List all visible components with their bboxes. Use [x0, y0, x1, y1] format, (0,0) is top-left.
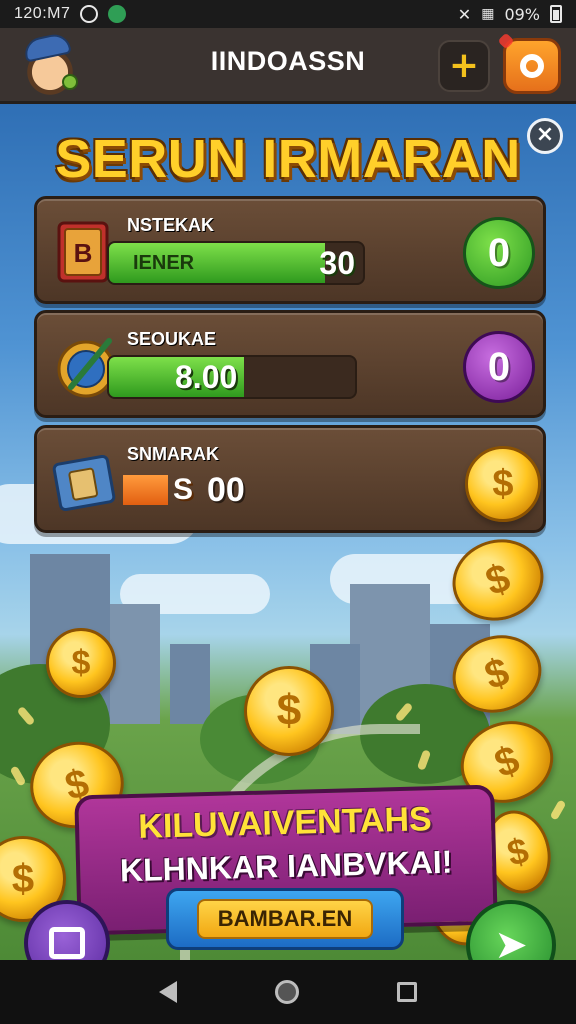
card-icon	[51, 446, 121, 516]
banner-subheading: KLHNKAR IANBVKAI!	[119, 843, 453, 889]
building	[110, 604, 160, 724]
task-value-2: 8.00	[175, 358, 238, 395]
avatar-hat	[22, 31, 72, 63]
add-currency-button[interactable]: +	[438, 40, 490, 92]
close-button[interactable]: ×	[527, 118, 563, 154]
notification-dot-icon	[497, 32, 515, 50]
task-value-3: 00	[207, 470, 245, 509]
svg-text:B: B	[74, 238, 93, 268]
coin-icon[interactable]: $	[465, 446, 541, 522]
building	[170, 644, 210, 724]
task-label-3: SNMARAK	[127, 444, 219, 464]
claim-round-button-2[interactable]: 0	[463, 331, 535, 403]
coin-icon: $	[244, 666, 334, 756]
currency-symbol-3: S	[173, 473, 194, 506]
task-value-1: 30	[319, 244, 355, 281]
task-panel-2: SEOUKAE 8.00 0	[34, 310, 546, 418]
banner-heading: KILUVAIVENTAHS	[137, 800, 433, 846]
task-panel-3: SNMARAK S 00 $	[34, 425, 546, 533]
signal-icon: ▦	[481, 6, 495, 22]
sync-icon	[80, 5, 99, 23]
status-bar: 120:M7 ✕ ▦ 09%	[0, 0, 576, 28]
battery-percent: 09%	[504, 4, 540, 24]
recent-apps-icon[interactable]	[397, 982, 417, 1002]
bag-icon	[49, 927, 85, 959]
claim-button[interactable]: BAMBAR.EN	[166, 888, 404, 950]
progress-bar-2: 8.00	[107, 355, 357, 399]
top-header: IINDOASSN +	[0, 28, 576, 104]
avatar-badge-icon	[62, 74, 78, 90]
task-label-1: NSTEKAK	[127, 215, 215, 235]
settings-button[interactable]	[497, 32, 561, 94]
task-label-2: SEOUKAE	[127, 329, 217, 349]
system-navigation-bar	[0, 960, 576, 1024]
bar-caption-1: IENER	[133, 251, 195, 274]
claim-button-label: BAMBAR.EN	[197, 899, 373, 939]
progress-bar-1: IENER 30	[107, 241, 365, 285]
status-time: 120:M7	[14, 5, 71, 22]
app-notification-icon	[108, 5, 127, 23]
task-panel-1: B NSTEKAK IENER 30 0	[34, 196, 546, 304]
progress-bar-3: S 00	[123, 468, 273, 512]
claim-round-button-1[interactable]: 0	[463, 217, 535, 289]
home-icon[interactable]	[275, 980, 299, 1004]
mute-icon: ✕	[457, 4, 472, 24]
back-icon[interactable]	[159, 981, 177, 1003]
coin-icon: $	[46, 628, 116, 698]
player-avatar[interactable]	[20, 31, 80, 96]
screen-title: SERUN IRMARAN	[55, 129, 521, 189]
settings-icon	[520, 54, 544, 78]
battery-icon	[550, 5, 562, 23]
